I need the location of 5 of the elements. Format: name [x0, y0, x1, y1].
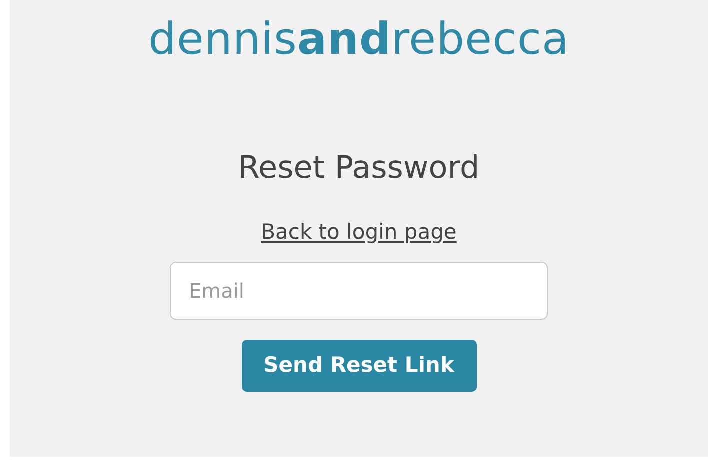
send-reset-link-button[interactable]: Send Reset Link [242, 340, 476, 392]
logo: dennisandrebecca [148, 13, 570, 67]
page-heading: Reset Password [238, 149, 480, 188]
email-field[interactable]: Email [170, 262, 548, 320]
back-to-login-link[interactable]: Back to login page [261, 218, 457, 246]
